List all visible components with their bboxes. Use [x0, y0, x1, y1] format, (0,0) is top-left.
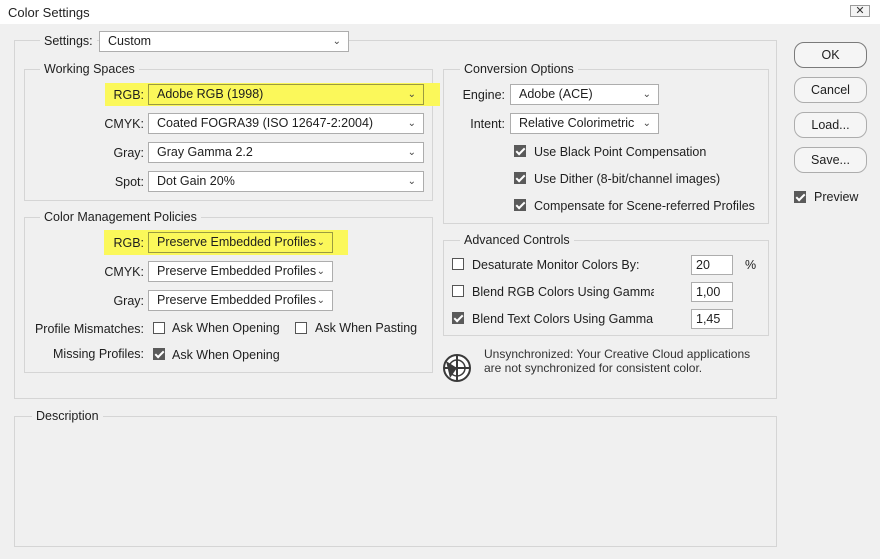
ws-spot-label: Spot: — [114, 175, 144, 189]
settings-value: Custom — [108, 34, 152, 48]
dither-label: Use Dither (8-bit/channel images) — [534, 172, 721, 186]
policy-rgb-label: RGB: — [113, 236, 144, 250]
ws-rgb-label: RGB: — [113, 88, 144, 102]
policy-cmyk-value: Preserve Embedded Profiles — [157, 264, 317, 278]
ws-rgb-value: Adobe RGB (1998) — [157, 87, 264, 101]
engine-value: Adobe (ACE) — [519, 87, 593, 101]
cancel-button[interactable]: Cancel — [794, 77, 867, 103]
ws-cmyk-value: Coated FOGRA39 (ISO 12647-2:2004) — [157, 116, 374, 130]
desaturate-label: Desaturate Monitor Colors By: — [472, 258, 640, 272]
description-legend: Description — [32, 409, 103, 424]
title-bar — [0, 0, 880, 24]
black-point-label: Use Black Point Compensation — [534, 145, 707, 159]
intent-value: Relative Colorimetric — [519, 116, 635, 130]
policy-cmyk-dropdown[interactable]: Preserve Embedded Profiles ⌄ — [148, 261, 333, 282]
blend-text-checkbox[interactable] — [452, 312, 464, 324]
intent-label: Intent: — [470, 117, 505, 131]
close-button[interactable]: ✕ — [850, 5, 870, 17]
chevron-down-icon: ⌄ — [642, 89, 651, 100]
chevron-down-icon: ⌄ — [407, 118, 416, 129]
ask-when-pasting-label: Ask When Pasting — [315, 321, 418, 335]
preview-label: Preview — [814, 190, 859, 204]
settings-legend-area: Settings: — [40, 33, 97, 50]
ask-when-opening-checkbox[interactable] — [153, 322, 165, 334]
chevron-down-icon: ⌄ — [316, 237, 325, 248]
policy-rgb-wrap: Preserve Embedded Profiles ⌄ — [148, 232, 333, 253]
settings-label: Settings: — [44, 34, 93, 48]
chevron-down-icon: ⌄ — [407, 147, 416, 158]
ws-spot-dropdown[interactable]: Dot Gain 20% ⌄ — [148, 171, 424, 192]
policy-gray-dropdown[interactable]: Preserve Embedded Profiles ⌄ — [148, 290, 333, 311]
chevron-down-icon: ⌄ — [332, 36, 341, 47]
working-spaces-legend: Working Spaces — [40, 62, 139, 77]
scene-referred-checkbox[interactable] — [514, 199, 526, 211]
blend-rgb-input[interactable]: 1,00 — [691, 282, 733, 302]
ws-cmyk-dropdown[interactable]: Coated FOGRA39 (ISO 12647-2:2004) ⌄ — [148, 113, 424, 134]
ws-gray-value: Gray Gamma 2.2 — [157, 145, 253, 159]
blend-rgb-checkbox[interactable] — [452, 285, 464, 297]
load-button[interactable]: Load... — [794, 112, 867, 138]
chevron-down-icon: ⌄ — [407, 176, 416, 187]
policies-legend: Color Management Policies — [40, 210, 201, 225]
ws-rgb-wrap: Adobe RGB (1998) ⌄ — [148, 84, 424, 105]
advanced-legend: Advanced Controls — [460, 233, 574, 248]
engine-dropdown[interactable]: Adobe (ACE) ⌄ — [510, 84, 659, 105]
conversion-legend: Conversion Options — [460, 62, 578, 77]
sync-line-2: are not synchronized for consistent colo… — [484, 361, 703, 375]
sync-status-icon — [443, 354, 471, 382]
ws-spot-value: Dot Gain 20% — [157, 174, 235, 188]
description-group — [14, 416, 777, 547]
blend-text-label: Blend Text Colors Using Gamma: — [472, 312, 654, 326]
policy-gray-value: Preserve Embedded Profiles — [157, 293, 317, 307]
desaturate-unit: % — [745, 258, 757, 272]
chevron-down-icon: ⌄ — [316, 266, 325, 277]
ws-rgb-dropdown[interactable]: Adobe RGB (1998) ⌄ — [148, 84, 424, 105]
chevron-down-icon: ⌄ — [407, 89, 416, 100]
policy-gray-label: Gray: — [113, 294, 144, 308]
ws-cmyk-label: CMYK: — [104, 117, 144, 131]
intent-dropdown[interactable]: Relative Colorimetric ⌄ — [510, 113, 659, 134]
chevron-down-icon: ⌄ — [642, 118, 651, 129]
window-title: Color Settings — [8, 5, 90, 20]
policy-rgb-value: Preserve Embedded Profiles — [157, 235, 317, 249]
engine-label: Engine: — [462, 88, 505, 102]
missing-ask-when-opening-checkbox[interactable] — [153, 348, 165, 360]
blend-rgb-label: Blend RGB Colors Using Gamma: — [472, 285, 654, 299]
desaturate-input[interactable]: 20 — [691, 255, 733, 275]
settings-dropdown[interactable]: Custom ⌄ — [99, 31, 349, 52]
desaturate-checkbox[interactable] — [452, 258, 464, 270]
policy-cmyk-label: CMYK: — [104, 265, 144, 279]
profile-mismatches-label: Profile Mismatches: — [34, 322, 144, 336]
ask-when-pasting-checkbox[interactable] — [295, 322, 307, 334]
ws-gray-label: Gray: — [113, 146, 144, 160]
ask-when-opening-label: Ask When Opening — [172, 321, 280, 335]
sync-line-1: Unsynchronized: Your Creative Cloud appl… — [484, 347, 751, 361]
ok-button[interactable]: OK — [794, 42, 867, 68]
blend-text-input[interactable]: 1,45 — [691, 309, 733, 329]
dither-checkbox[interactable] — [514, 172, 526, 184]
policy-rgb-dropdown[interactable]: Preserve Embedded Profiles ⌄ — [148, 232, 333, 253]
black-point-checkbox[interactable] — [514, 145, 526, 157]
scene-referred-label: Compensate for Scene-referred Profiles — [534, 199, 755, 213]
missing-ask-when-opening-label: Ask When Opening — [172, 348, 280, 362]
ws-gray-dropdown[interactable]: Gray Gamma 2.2 ⌄ — [148, 142, 424, 163]
chevron-down-icon: ⌄ — [316, 295, 325, 306]
save-button[interactable]: Save... — [794, 147, 867, 173]
preview-checkbox[interactable] — [794, 191, 806, 203]
missing-profiles-label: Missing Profiles: — [53, 347, 144, 361]
